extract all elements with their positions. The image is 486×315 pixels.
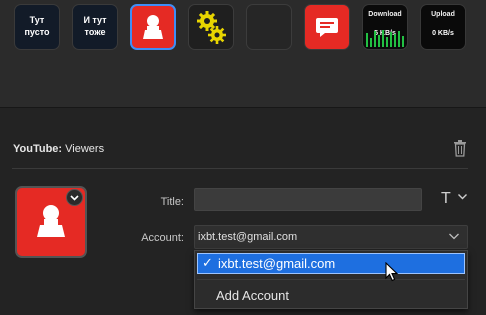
dropdown-option-account[interactable]: ✓ ixbt.test@gmail.com [197, 253, 465, 274]
upload-speed: 0 KB/s [432, 30, 454, 37]
key-label: И тут тоже [73, 14, 117, 38]
key-label-line2: тоже [84, 27, 106, 37]
panel-title: YouTube: Viewers [13, 143, 104, 155]
key-youtube-viewers[interactable] [130, 4, 176, 50]
key-empty[interactable] [246, 4, 292, 50]
dropdown-separator [197, 279, 465, 280]
key-i-tut-tozhe[interactable]: И тут тоже [72, 4, 118, 50]
key-label-line2: пусто [24, 27, 50, 37]
chat-bubble-icon [316, 18, 338, 37]
text-format-icon[interactable]: T [441, 190, 451, 208]
chevron-down-icon[interactable] [457, 193, 468, 201]
download-title: Download [368, 11, 402, 18]
chevron-down-icon [70, 195, 79, 201]
action-name: Viewers [62, 143, 105, 155]
title-label: Title: [160, 196, 184, 208]
dropdown-option-add-account[interactable]: Add Account [216, 288, 289, 303]
mouse-cursor-icon [385, 262, 399, 282]
download-speed: 5 KB/s [374, 30, 396, 37]
account-select-value: ixbt.test@gmail.com [198, 231, 298, 243]
gears-icon [197, 11, 226, 44]
option-label: ixbt.test@gmail.com [218, 256, 336, 271]
trash-icon[interactable] [452, 139, 468, 157]
key-label-line1: Тут [29, 15, 45, 25]
key-download-meter[interactable]: Download 5 KB/s [362, 4, 408, 50]
account-label: Account: [141, 232, 184, 244]
divider [12, 168, 468, 169]
key-settings[interactable] [188, 4, 234, 50]
key-chat[interactable] [304, 4, 350, 50]
key-tut-pusto[interactable]: Тут пусто [14, 4, 60, 50]
account-select[interactable]: ixbt.test@gmail.com [194, 225, 468, 249]
checkmark-icon: ✓ [202, 255, 213, 270]
plugin-name: YouTube: [13, 143, 63, 155]
key-label: Тут пусто [15, 14, 59, 38]
title-input[interactable] [194, 188, 422, 211]
account-dropdown: ✓ ixbt.test@gmail.com Add Account [194, 250, 468, 309]
viewer-icon [143, 15, 163, 39]
key-upload-meter[interactable]: Upload 0 KB/s [420, 4, 466, 50]
key-label-line1: И тут [83, 15, 107, 25]
button-grid: Тут пусто И тут тоже Download 5 KB/s Upl… [0, 0, 486, 108]
upload-title: Upload [431, 11, 455, 18]
preview-menu-button[interactable] [66, 189, 83, 206]
chevron-down-icon [449, 233, 459, 240]
